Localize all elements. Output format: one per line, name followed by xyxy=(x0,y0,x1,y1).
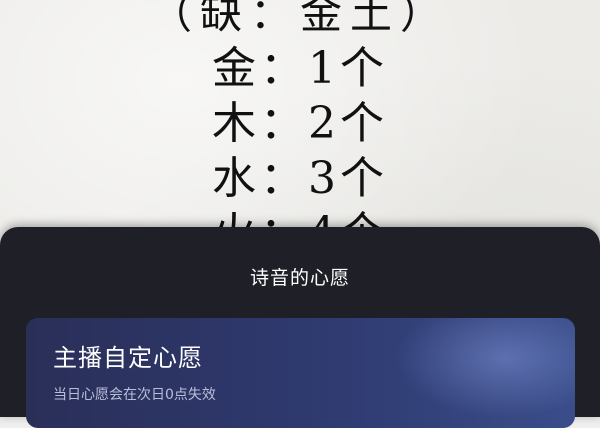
card-subtitle: 当日心愿会在次日0点失效 xyxy=(53,387,216,403)
sheet-title: 诗音的心愿 xyxy=(249,267,350,289)
water-count-line: 水：3个 xyxy=(212,153,388,204)
card-title: 主播自定心愿 xyxy=(53,344,203,372)
card-glow-decoration xyxy=(395,318,575,418)
wood-count-line: 木：2个 xyxy=(212,98,388,149)
background-text: （缺：金土） 金：1个 木：2个 水：3个 火：4个 xyxy=(0,0,600,261)
missing-elements-line: （缺：金土） xyxy=(149,0,450,38)
custom-wish-card[interactable]: 主播自定心愿 当日心愿会在次日0点失效 xyxy=(26,318,575,428)
metal-count-line: 金：1个 xyxy=(212,43,388,94)
wish-bottom-sheet: 诗音的心愿 主播自定心愿 当日心愿会在次日0点失效 xyxy=(0,227,600,428)
